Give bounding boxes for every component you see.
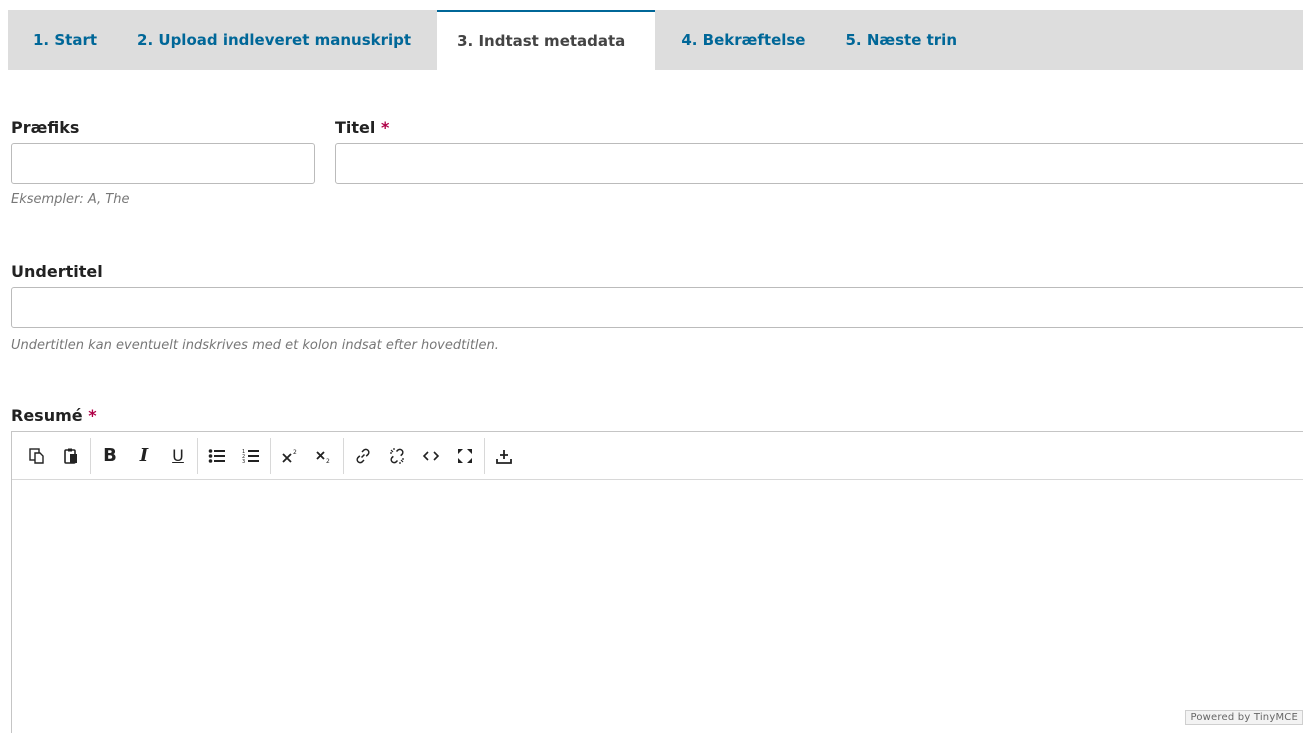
subtitle-input[interactable] — [11, 287, 1303, 328]
italic-icon[interactable]: I — [127, 439, 161, 473]
upload-icon[interactable] — [487, 439, 521, 473]
paste-icon[interactable] — [54, 439, 88, 473]
toolbar-group-clipboard — [18, 437, 91, 474]
abstract-label-text: Resumé — [11, 406, 83, 425]
prefix-label: Præfiks — [11, 118, 79, 137]
link-icon[interactable] — [346, 439, 380, 473]
code-icon[interactable] — [414, 439, 448, 473]
unlink-icon[interactable] — [380, 439, 414, 473]
title-label: Titel * — [335, 118, 389, 137]
wizard-tabs: 1. Start 2. Upload indleveret manuskript… — [8, 10, 1303, 70]
subtitle-help-text: Undertitlen kan eventuelt indskrives med… — [11, 338, 499, 353]
title-label-text: Titel — [335, 118, 376, 137]
prefix-help-text: Eksempler: A, The — [11, 192, 130, 207]
toolbar-group-script: 2 2 — [271, 437, 344, 474]
editor-content-area[interactable] — [12, 480, 1303, 730]
underline-glyph: U — [172, 446, 184, 465]
abstract-label: Resumé * — [11, 406, 97, 425]
editor-toolbar: B I U 1 2 3 2 2 — [12, 432, 1303, 480]
subtitle-label: Undertitel — [11, 262, 103, 281]
tab-enter-metadata[interactable]: 3. Indtast metadata — [437, 10, 656, 70]
numbered-list-icon[interactable]: 1 2 3 — [234, 439, 268, 473]
toolbar-group-format: B I U — [91, 437, 198, 474]
underline-icon[interactable]: U — [161, 439, 195, 473]
bold-icon[interactable]: B — [93, 439, 127, 473]
toolbar-group-lists: 1 2 3 — [198, 437, 271, 474]
copy-icon[interactable] — [20, 439, 54, 473]
submission-page: 1. Start 2. Upload indleveret manuskript… — [0, 0, 1303, 733]
prefix-label-text: Præfiks — [11, 118, 80, 137]
svg-text:3: 3 — [242, 459, 245, 464]
tab-confirmation[interactable]: 4. Bekræftelse — [661, 10, 825, 70]
svg-text:2: 2 — [326, 458, 330, 464]
tab-upload-manuscript[interactable]: 2. Upload indleveret manuskript — [117, 10, 431, 70]
bold-glyph: B — [103, 445, 117, 466]
title-required-marker: * — [380, 118, 390, 137]
fullscreen-icon[interactable] — [448, 439, 482, 473]
subtitle-label-text: Undertitel — [11, 262, 103, 281]
subscript-icon[interactable]: 2 — [307, 439, 341, 473]
tab-next-steps[interactable]: 5. Næste trin — [825, 10, 977, 70]
abstract-required-marker: * — [88, 406, 97, 425]
tab-start[interactable]: 1. Start — [8, 10, 117, 70]
bullet-list-icon[interactable] — [200, 439, 234, 473]
powered-by-tinymce[interactable]: Powered by TinyMCE — [1185, 710, 1303, 725]
title-input[interactable] — [335, 143, 1303, 184]
prefix-input[interactable] — [11, 143, 315, 184]
svg-text:2: 2 — [293, 449, 297, 456]
toolbar-group-links — [344, 437, 485, 474]
italic-glyph: I — [139, 445, 149, 466]
superscript-icon[interactable]: 2 — [273, 439, 307, 473]
toolbar-group-upload — [485, 438, 523, 474]
abstract-editor: B I U 1 2 3 2 2 — [11, 431, 1303, 733]
